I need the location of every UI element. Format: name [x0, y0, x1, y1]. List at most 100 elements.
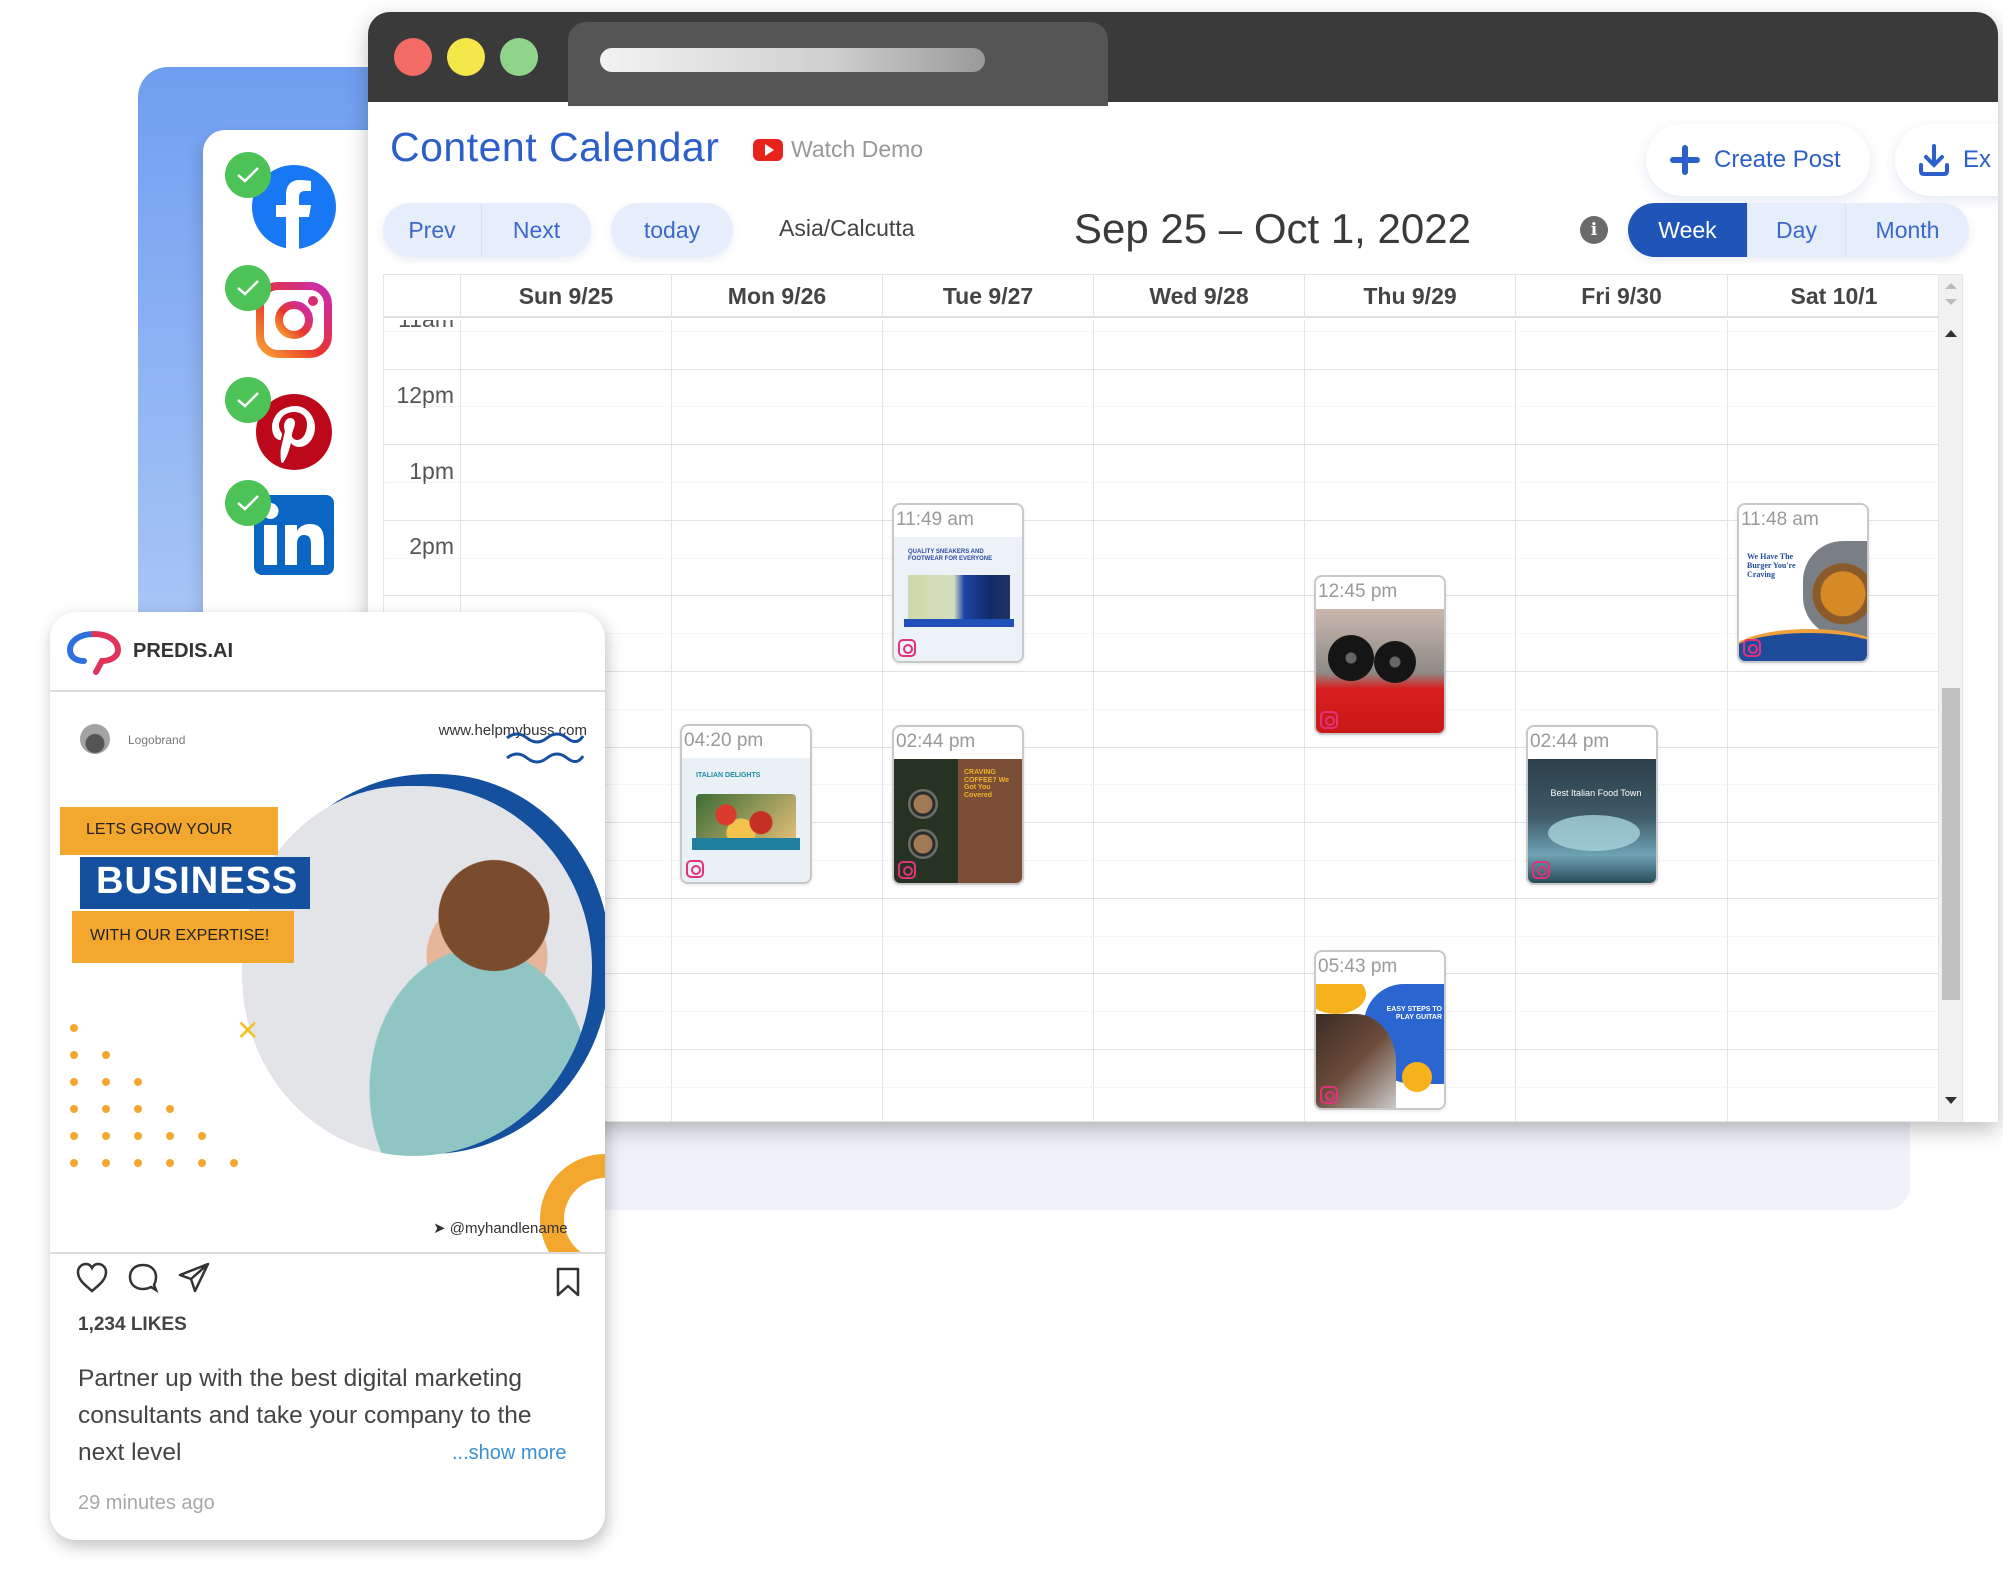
time-label: 1pm	[409, 458, 454, 484]
decoration-dot	[134, 1105, 142, 1113]
scroll-down-icon[interactable]	[1945, 299, 1957, 305]
calendar-scrollbar[interactable]	[1938, 275, 1962, 1122]
grid-row-line	[384, 671, 1940, 672]
calendar-event[interactable]: 12:45 pm	[1314, 575, 1446, 735]
grid-row-line	[384, 822, 1940, 824]
decoration-dot	[70, 1159, 78, 1167]
social-account-instagram[interactable]	[225, 265, 335, 365]
scroll-up-arrow-icon[interactable]	[1945, 330, 1957, 337]
check-icon	[225, 480, 271, 526]
calendar-event[interactable]: 02:44 pm CRAVING COFFEE? We Got You Cove…	[892, 725, 1024, 885]
post-preview-header: PREDIS.AI	[50, 612, 605, 692]
grid-row-line	[384, 330, 1940, 332]
social-account-pinterest[interactable]	[225, 377, 336, 477]
calendar-time-grid[interactable]: 11am 12pm 1pm 2pm	[384, 320, 1940, 1122]
day-header[interactable]: Sun 9/25	[460, 275, 671, 318]
instagram-icon	[1320, 1086, 1338, 1104]
date-range-title: Sep 25 – Oct 1, 2022	[1074, 205, 1471, 252]
person-photo	[242, 786, 592, 1156]
share-icon[interactable]	[177, 1262, 211, 1294]
event-time: 02:44 pm	[1530, 731, 1610, 752]
event-time: 11:48 am	[1741, 509, 1819, 530]
calendar-event[interactable]: 11:48 am We Have The Burger You're Cravi…	[1737, 503, 1869, 663]
grid-row-line	[384, 897, 1940, 899]
page-title: Content Calendar	[390, 124, 720, 170]
cross-decoration-icon: ✕	[236, 1014, 260, 1047]
comment-icon[interactable]	[127, 1262, 159, 1294]
maximize-window-button[interactable]	[500, 38, 538, 76]
calendar-event[interactable]: 11:49 am QUALITY SNEAKERS AND FOOTWEAR F…	[892, 503, 1024, 663]
prev-button[interactable]: Prev	[383, 203, 481, 257]
day-header[interactable]: Tue 9/27	[882, 275, 1093, 318]
calendar-header-row: Sun 9/25 Mon 9/26 Tue 9/27 Wed 9/28 Thu …	[384, 275, 1940, 318]
scroll-down-arrow-icon[interactable]	[1945, 1097, 1957, 1104]
today-button[interactable]: today	[611, 203, 733, 257]
close-window-button[interactable]	[394, 38, 432, 76]
decoration-dot	[166, 1132, 174, 1140]
view-month-button[interactable]: Month	[1845, 203, 1969, 257]
day-header[interactable]: Mon 9/26	[671, 275, 882, 318]
create-post-button[interactable]: Create Post	[1646, 124, 1870, 196]
account-avatar	[80, 724, 110, 754]
minimize-window-button[interactable]	[447, 38, 485, 76]
event-caption: CRAVING COFFEE? We Got You Covered	[964, 769, 1009, 800]
social-account-linkedin[interactable]	[225, 480, 335, 580]
grid-row-line	[384, 784, 1940, 786]
post-preview-card: PREDIS.AI Logobrand www.helpmybuss.com L…	[50, 612, 605, 1540]
bookmark-icon[interactable]	[555, 1266, 581, 1298]
heart-icon[interactable]	[75, 1262, 109, 1294]
decoration-dot	[230, 1159, 238, 1167]
day-header[interactable]: Sat 10/1	[1727, 275, 1940, 318]
handle-text: ➤ @myhandlename	[433, 1220, 568, 1237]
orange-arc-shape	[540, 1154, 605, 1252]
download-icon	[1919, 144, 1949, 176]
decoration-dot	[198, 1159, 206, 1167]
day-header[interactable]: Fri 9/30	[1515, 275, 1727, 318]
instagram-icon	[1320, 711, 1338, 729]
view-day-button[interactable]: Day	[1747, 203, 1845, 257]
headline-bottom: WITH OUR EXPERTISE!	[90, 927, 270, 944]
address-bar[interactable]	[600, 48, 985, 72]
grid-column-line	[882, 320, 883, 1122]
view-week-button[interactable]: Week	[1628, 203, 1747, 257]
instagram-icon	[898, 639, 916, 657]
event-caption: ITALIAN DELIGHTS	[696, 772, 761, 779]
check-icon	[225, 152, 271, 198]
next-button[interactable]: Next	[481, 203, 591, 257]
grid-row-line	[384, 973, 1940, 975]
plus-icon	[1670, 145, 1700, 175]
grid-row-line	[384, 519, 1940, 521]
event-time: 12:45 pm	[1318, 581, 1398, 602]
week-calendar: Sun 9/25 Mon 9/26 Tue 9/27 Wed 9/28 Thu …	[383, 274, 1963, 1122]
grid-row-line	[384, 746, 1940, 748]
calendar-event[interactable]: 05:43 pm EASY STEPS TO PLAY GUITAR	[1314, 950, 1446, 1110]
instagram-icon	[1532, 861, 1550, 879]
grid-row-line	[384, 482, 1940, 483]
info-icon[interactable]: i	[1580, 216, 1608, 244]
calendar-event[interactable]: 04:20 pm ITALIAN DELIGHTS	[680, 724, 812, 884]
decoration-dot	[102, 1132, 110, 1140]
decoration-dot	[70, 1078, 78, 1086]
calendar-event[interactable]: 02:44 pm Best Italian Food Town	[1526, 725, 1658, 885]
decoration-dot	[102, 1159, 110, 1167]
event-caption: Best Italian Food Town	[1550, 788, 1642, 798]
event-caption: We Have The Burger You're Craving	[1747, 552, 1796, 579]
grid-row-line	[384, 633, 1940, 635]
day-header[interactable]: Thu 9/29	[1304, 275, 1515, 318]
export-button[interactable]: Ex	[1895, 124, 1998, 196]
social-account-facebook[interactable]	[225, 152, 336, 252]
decoration-dot	[198, 1132, 206, 1140]
show-more-link[interactable]: ...show more	[452, 1442, 566, 1465]
grid-column-line	[1727, 320, 1728, 1122]
day-header[interactable]: Wed 9/28	[1093, 275, 1304, 318]
create-post-label: Create Post	[1714, 146, 1841, 173]
grid-row-line	[384, 1011, 1940, 1013]
scroll-up-icon[interactable]	[1945, 283, 1957, 289]
post-image[interactable]: Logobrand www.helpmybuss.com LETS GROW Y…	[50, 694, 605, 1254]
browser-window: Content Calendar Watch Demo Create Post …	[368, 12, 1998, 1122]
account-name: Logobrand	[128, 733, 186, 747]
post-timestamp: 29 minutes ago	[78, 1492, 215, 1514]
decoration-dot	[134, 1132, 142, 1140]
scroll-thumb[interactable]	[1942, 688, 1960, 1000]
watch-demo-link[interactable]: Watch Demo	[753, 136, 923, 163]
